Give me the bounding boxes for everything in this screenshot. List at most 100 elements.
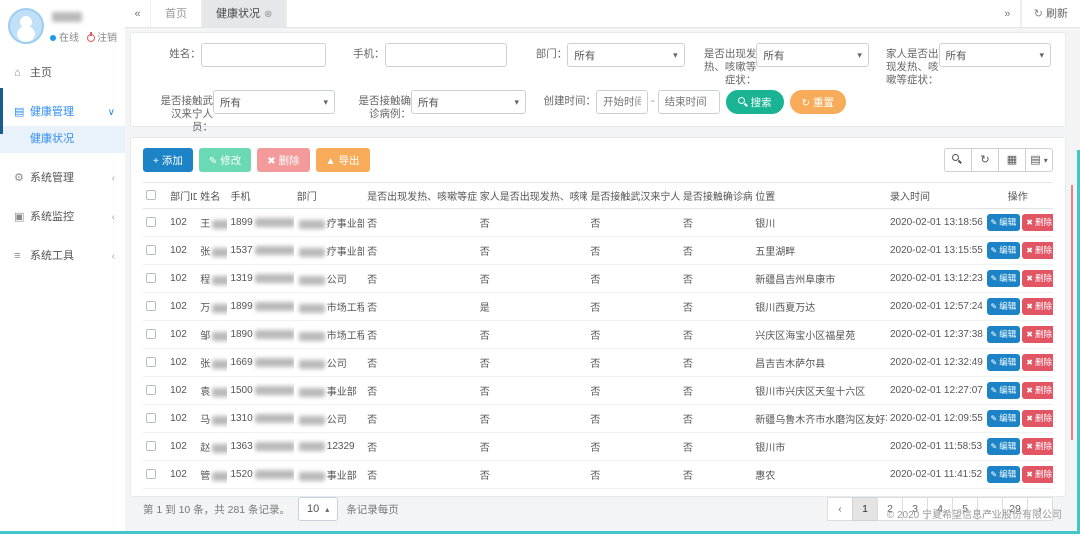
tab-label: 健康状况 [216,8,260,20]
export-button[interactable]: ▲导出 [316,148,370,172]
table-refresh-button[interactable]: ↻ [971,148,999,172]
search-button[interactable]: 搜索 [726,90,784,114]
table-row[interactable]: 102 袁 1500 事业部 否 否 否 否 银川市兴庆区天玺十六区 2020-… [143,377,1053,405]
delete-button[interactable]: ✖删除 [1022,326,1053,343]
edit-button[interactable]: ✎编辑 [987,466,1021,483]
table-row[interactable]: 102 张 1669 公司 否 否 否 否 昌吉吉木萨尔县 2020-02-01… [143,349,1053,377]
row-checkbox[interactable] [146,245,156,255]
reset-button[interactable]: ↻重置 [790,90,846,114]
avatar[interactable] [8,8,44,44]
column-header[interactable]: 操作 [983,183,1053,209]
cell-name: 邹 [197,321,227,349]
close-icon[interactable]: ⊗ [264,9,272,20]
edit-button[interactable]: ✎编辑 [987,410,1021,427]
page-size-select[interactable]: 10▴ [298,497,338,521]
cell-phone: 1319 [227,265,293,293]
delete-button[interactable]: ✖删除 [1022,270,1053,287]
end-time-input[interactable] [658,90,720,114]
sidebar-item-health-mgmt[interactable]: ▤健康管理∨ [0,99,125,126]
row-checkbox[interactable] [146,469,156,479]
toggle-view-button[interactable]: ▦ [998,148,1026,172]
column-header[interactable]: 家人是否出现发热、咳嗽等症状 [477,183,588,209]
cell-name: 张 [197,349,227,377]
row-checkbox[interactable] [146,329,156,339]
column-header[interactable]: 是否出现发热、咳嗽等症状 [364,183,477,209]
edit-button[interactable]: ✎编辑 [987,382,1021,399]
table-row[interactable]: 102 程 1319 公司 否 否 否 否 新疆昌吉州阜康市 2020-02-0… [143,265,1053,293]
delete-button[interactable]: ✖删除 [1022,382,1053,399]
row-checkbox[interactable] [146,273,156,283]
column-header[interactable]: 姓名 [197,183,227,209]
table-row[interactable]: 102 赵 1363 12329 否 否 否 否 银川市 2020-02-01 … [143,433,1053,461]
confirmed-select[interactable]: 所有▾ [411,90,526,114]
tab-health-status[interactable]: 健康状况 ⊗ [202,0,287,27]
sidebar-item-sys-monitor[interactable]: ▣系统监控‹ [0,204,125,231]
delete-button[interactable]: ✖删除 [1022,466,1053,483]
phone-filter-input[interactable] [385,43,507,67]
start-time-input[interactable] [596,90,648,114]
row-checkbox[interactable] [146,441,156,451]
row-checkbox[interactable] [146,357,156,367]
edit-button[interactable]: ✎编辑 [987,214,1021,231]
column-header[interactable]: 手机 [227,183,293,209]
sidebar-item-home[interactable]: ⌂主页 [0,60,125,87]
edit-button[interactable]: ✎编辑 [987,298,1021,315]
delete-button[interactable]: ✖删除 [1022,242,1053,259]
tabs-scroll-left-button[interactable]: « [125,0,151,27]
wuhan-select[interactable]: 所有▾ [213,90,335,114]
logout-link[interactable]: 注销 [97,33,117,44]
reset-label: 重置 [813,97,834,109]
tabs-scroll-right-button[interactable]: » [995,0,1021,27]
table-row[interactable]: 102 张 1537 疗事业部 否 否 否 否 五里湖畔 2020-02-01 … [143,237,1053,265]
modify-button[interactable]: ✎修改 [199,148,251,172]
page-button[interactable]: ‹ [827,497,853,521]
sidebar-item-health-status[interactable]: 健康状况 [0,126,125,153]
family-select[interactable]: 所有▾ [939,43,1051,67]
delete-button[interactable]: ✖删除 [1022,410,1053,427]
select-all-checkbox[interactable] [146,190,156,200]
row-checkbox[interactable] [146,413,156,423]
edit-button[interactable]: ✎编辑 [987,242,1021,259]
dept-select[interactable]: 所有▾ [567,43,684,67]
delete-button[interactable]: ✖删除 [1022,438,1053,455]
table-search-button[interactable] [944,148,972,172]
table-row[interactable]: 102 管 1520 事业部 否 否 否 否 惠农 2020-02-01 11:… [143,461,1053,489]
search-icon [952,154,962,164]
edit-button[interactable]: ✎编辑 [987,438,1021,455]
column-header[interactable]: 部门ID [167,183,197,209]
row-checkbox[interactable] [146,301,156,311]
refresh-page-button[interactable]: ↻刷新 [1021,0,1080,27]
row-checkbox[interactable] [146,217,156,227]
column-header[interactable]: 部门 [294,183,364,209]
page-button[interactable]: 1 [852,497,878,521]
delete-button[interactable]: ✖删除 [1022,298,1053,315]
table-row[interactable]: 102 万 1899 市场工程部 否 是 否 否 银川西夏万达 2020-02-… [143,293,1053,321]
symptom-select[interactable]: 所有▾ [756,43,868,67]
name-filter-input[interactable] [201,43,326,67]
sidebar-item-sys-tools[interactable]: ≡系统工具‹ [0,243,125,270]
tab-home[interactable]: 首页 [151,0,202,27]
column-header[interactable]: 是否接触武汉来宁人员 [587,183,680,209]
delete-button[interactable]: ✖删除 [1022,214,1053,231]
cell-family-symptom: 否 [477,433,588,461]
add-button[interactable]: +添加 [143,148,193,172]
cross-icon: ✖ [1026,414,1033,423]
pagination-info: 第 1 到 10 条，共 281 条记录。 [143,502,290,517]
batch-delete-button[interactable]: ✖删除 [257,148,309,172]
table-row[interactable]: 102 邹 1890 市场工程部 否 否 否 否 兴庆区海宝小区福星苑 2020… [143,321,1053,349]
table-row[interactable]: 102 马 1310 公司 否 否 否 否 新疆乌鲁木齐市水磨沟区友好花园二期 … [143,405,1053,433]
edit-button[interactable]: ✎编辑 [987,326,1021,343]
table-row[interactable]: 102 王 1899 疗事业部 否 否 否 否 银川 2020-02-01 13… [143,209,1053,237]
column-header[interactable]: 录入时间 [887,183,983,209]
masked-phone [255,302,294,311]
sidebar-item-sys-mgmt[interactable]: ⚙系统管理‹ [0,165,125,192]
cell-name: 赵 [197,433,227,461]
delete-button[interactable]: ✖删除 [1022,354,1053,371]
edit-button[interactable]: ✎编辑 [987,270,1021,287]
cell-location: 新疆乌鲁木齐市水磨沟区友好花园二期 [752,405,887,433]
columns-button[interactable]: ▤ ▾ [1025,148,1053,172]
column-header[interactable]: 位置 [752,183,887,209]
edit-button[interactable]: ✎编辑 [987,354,1021,371]
row-checkbox[interactable] [146,385,156,395]
column-header[interactable]: 是否接触确诊病例 [680,183,752,209]
